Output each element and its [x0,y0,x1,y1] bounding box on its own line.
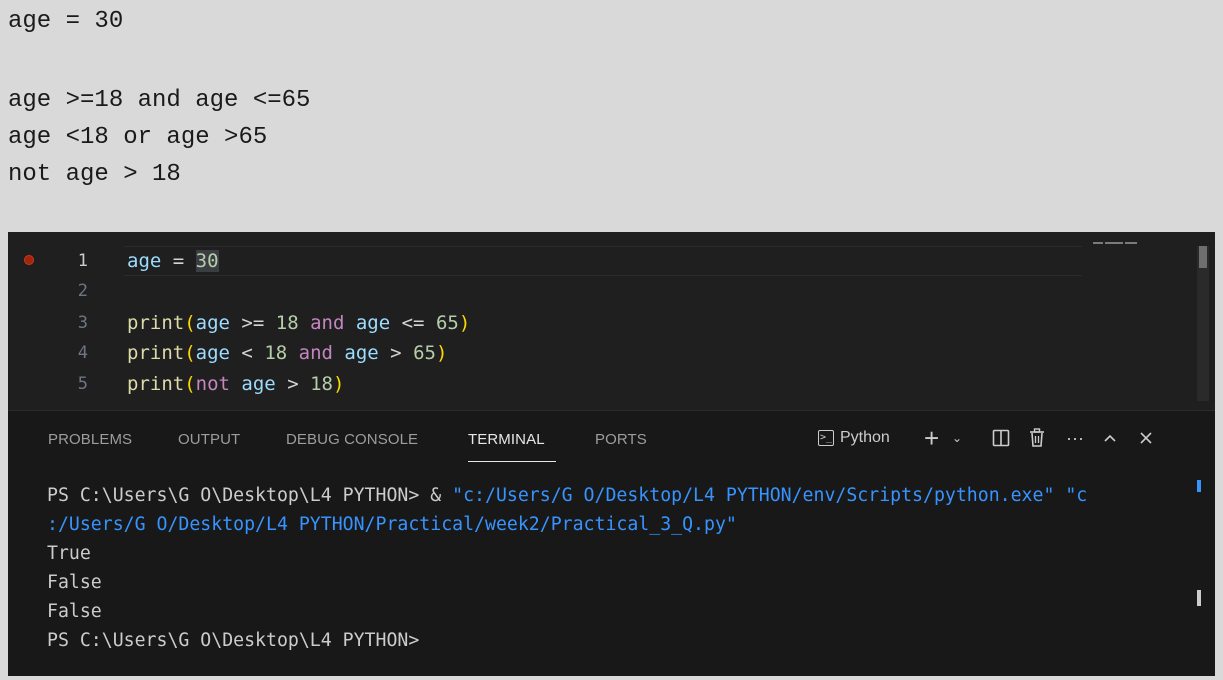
tab-debug-console[interactable]: DEBUG CONSOLE [286,431,418,448]
line-number: 4 [77,343,88,363]
line-number: 2 [77,281,88,301]
terminal-icon: >_ [818,430,834,446]
tab-terminal[interactable]: TERMINAL [468,431,545,448]
active-tab-indicator [468,461,556,462]
terminal-output-line: True [47,543,91,564]
editor-line-3[interactable]: 3 print(age >= 18 and age <= 65) [8,308,1198,338]
editor-line-1[interactable]: 1 age = 30 [8,246,1198,276]
code-text: print(age < 18 and age > 65) [127,342,448,364]
terminal-prompt: PS C:\Users\G O\Desktop\L4 PYTHON> [47,485,431,506]
minimap[interactable] [1093,242,1153,254]
terminal-command-wrap: :/Users/G O/Desktop/L4 PYTHON/Practical/… [47,514,737,535]
snippet-line-5: not age > 18 [8,161,181,188]
line-number: 1 [77,251,88,271]
code-text: age = 30 [127,250,219,272]
trash-icon[interactable] [1028,423,1046,453]
editor-scrollbar[interactable] [1197,246,1209,401]
line-number: 3 [77,313,88,333]
terminal-scrollbar-thumb[interactable] [1197,590,1201,606]
terminal-output-line: False [47,601,102,622]
code-editor[interactable]: 1 age = 30 2 3 print(age >= 18 and age <… [8,232,1215,410]
editor-line-5[interactable]: 5 print(not age > 18) [8,369,1198,399]
snippet-line-4: age <18 or age >65 [8,124,268,151]
terminal-scrollbar[interactable] [1197,480,1203,676]
terminal-operator: & [430,485,453,506]
bottom-panel: PROBLEMS OUTPUT DEBUG CONSOLE TERMINAL P… [8,411,1215,676]
tab-problems[interactable]: PROBLEMS [48,431,132,448]
terminal-command-line: PS C:\Users\G O\Desktop\L4 PYTHON> & "c:… [47,481,1197,510]
split-icon[interactable] [992,423,1010,453]
terminal-profile-button[interactable]: >_ Python [818,423,890,453]
clipped-tab-area [238,232,478,236]
selection-highlight: 30 [195,250,219,272]
breakpoint-icon[interactable] [24,255,34,265]
snippet-line-1: age = 30 [8,8,124,35]
scroll-marker [1197,480,1201,492]
editor-scrollbar-thumb[interactable] [1199,246,1207,268]
code-text: print(age >= 18 and age <= 65) [127,312,471,334]
terminal-output-line: False [47,572,102,593]
editor-line-2[interactable]: 2 [8,276,1198,306]
chevron-up-icon[interactable] [1102,423,1118,453]
tab-output[interactable]: OUTPUT [178,431,240,448]
vscode-window: 1 age = 30 2 3 print(age >= 18 and age <… [8,232,1215,676]
terminal-profile-label: Python [840,429,890,446]
current-line-highlight [124,246,1082,276]
plus-icon[interactable]: + [924,423,939,453]
ellipsis-icon[interactable]: ··· [1066,423,1084,453]
tab-ports[interactable]: PORTS [595,431,647,448]
code-text: print(not age > 18) [127,373,345,395]
terminal-output[interactable]: PS C:\Users\G O\Desktop\L4 PYTHON> & "c:… [47,481,1197,655]
line-number: 5 [77,374,88,394]
snippet-line-3: age >=18 and age <=65 [8,87,311,114]
code-snippet: age = 30 age >=18 and age <=65 age <18 o… [0,0,1223,232]
terminal-prompt: PS C:\Users\G O\Desktop\L4 PYTHON> [47,630,420,651]
terminal-command: "c:/Users/G O/Desktop/L4 PYTHON/env/Scri… [452,485,1088,506]
close-icon[interactable] [1138,423,1154,453]
chevron-down-icon[interactable]: ⌄ [952,423,962,453]
editor-line-4[interactable]: 4 print(age < 18 and age > 65) [8,338,1198,368]
